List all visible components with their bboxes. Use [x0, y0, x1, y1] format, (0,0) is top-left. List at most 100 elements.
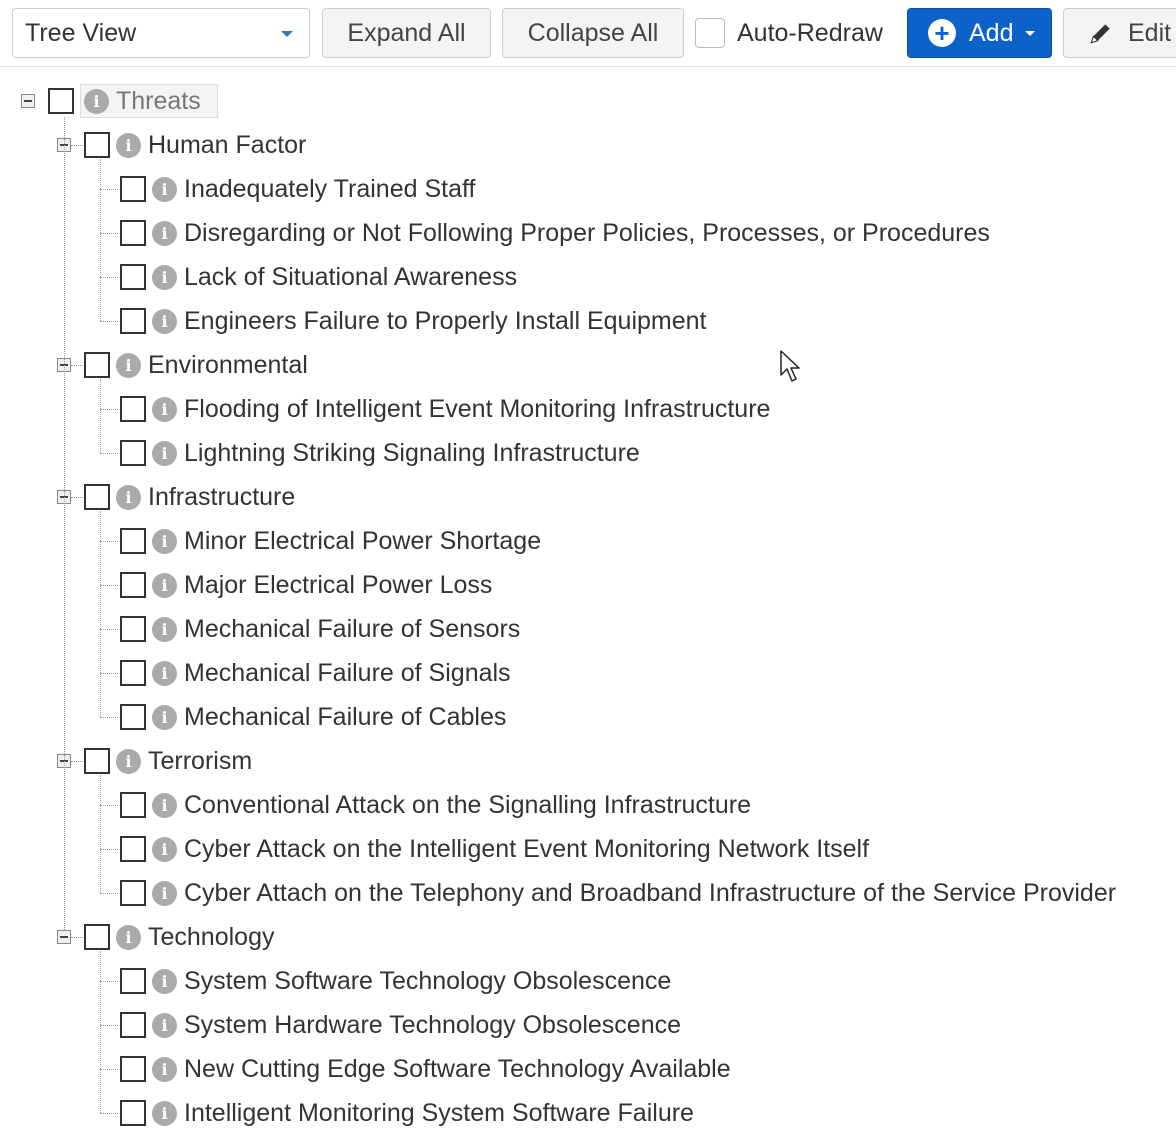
info-icon[interactable]: i	[152, 220, 177, 246]
tree-node-group[interactable]: i Environmental	[84, 345, 308, 385]
tree-node-leaf[interactable]: i Mechanical Failure of Cables	[120, 697, 506, 737]
node-checkbox[interactable]	[120, 440, 146, 466]
info-icon[interactable]: i	[152, 792, 177, 818]
node-checkbox[interactable]	[84, 484, 110, 510]
node-checkbox[interactable]	[120, 572, 146, 598]
tree-connector-horizontal	[100, 321, 118, 322]
tree-node-leaf[interactable]: i Conventional Attack on the Signalling I…	[120, 785, 751, 825]
tree-node-group[interactable]: i Human Factor	[84, 125, 306, 165]
tree-node-group[interactable]: i Technology	[84, 917, 274, 957]
node-label: Major Electrical Power Loss	[184, 570, 493, 599]
info-icon[interactable]: i	[116, 484, 141, 510]
node-checkbox[interactable]	[48, 88, 74, 114]
tree-node-group[interactable]: i Infrastructure	[84, 477, 295, 517]
info-icon[interactable]: i	[152, 704, 177, 730]
info-icon[interactable]: i	[152, 396, 177, 422]
toggle-collapse-root[interactable]	[21, 94, 35, 108]
auto-redraw-checkbox[interactable]	[695, 18, 725, 48]
node-label: Cyber Attack on the Intelligent Event Mo…	[184, 834, 870, 863]
info-icon[interactable]: i	[152, 572, 177, 598]
info-icon[interactable]: i	[116, 132, 141, 158]
info-icon[interactable]: i	[116, 924, 141, 950]
info-icon[interactable]: i	[84, 88, 109, 114]
node-checkbox[interactable]	[120, 308, 146, 334]
tree-connector-horizontal	[100, 805, 118, 806]
tree-connector-horizontal	[100, 409, 118, 410]
caret-down-icon	[1025, 30, 1036, 36]
tree-node-leaf[interactable]: i Flooding of Intelligent Event Monitorin…	[120, 389, 770, 429]
node-checkbox[interactable]	[120, 220, 146, 246]
tree-node-leaf[interactable]: i Mechanical Failure of Signals	[120, 653, 511, 693]
tree-node-leaf[interactable]: i System Software Technology Obsolescence	[120, 961, 671, 1001]
auto-redraw-toggle[interactable]: Auto-Redraw	[695, 8, 900, 58]
info-icon[interactable]: i	[152, 176, 177, 202]
info-icon[interactable]: i	[152, 616, 177, 642]
tree-node-leaf[interactable]: i System Hardware Technology Obsolescence	[120, 1005, 681, 1045]
tree-node-leaf[interactable]: i Cyber Attach on the Telephony and Broad…	[120, 873, 1116, 913]
collapse-all-button[interactable]: Collapse All	[502, 8, 684, 58]
tree-node-leaf[interactable]: i Inadequately Trained Staff	[120, 169, 475, 209]
node-label: Mechanical Failure of Cables	[184, 702, 507, 731]
info-icon[interactable]: i	[152, 308, 177, 334]
node-checkbox[interactable]	[120, 176, 146, 202]
info-icon[interactable]: i	[152, 440, 177, 466]
node-label: Cyber Attach on the Telephony and Broadb…	[184, 878, 1117, 907]
info-icon[interactable]: i	[152, 264, 177, 290]
info-icon[interactable]: i	[116, 748, 141, 774]
node-checkbox[interactable]	[120, 880, 146, 906]
tree-node-leaf[interactable]: i Intelligent Monitoring System Software …	[120, 1093, 694, 1133]
tree-node-leaf[interactable]: i Engineers Failure to Properly Install E…	[120, 301, 707, 341]
node-checkbox[interactable]	[120, 968, 146, 994]
tree-connector-horizontal	[100, 981, 118, 982]
add-button[interactable]: + Add	[907, 8, 1052, 58]
edit-button[interactable]: Edit	[1063, 8, 1176, 58]
node-label: Lack of Situational Awareness	[184, 262, 518, 291]
info-icon[interactable]: i	[152, 528, 177, 554]
node-checkbox[interactable]	[120, 1100, 146, 1126]
info-icon[interactable]: i	[116, 352, 141, 378]
node-checkbox[interactable]	[120, 836, 146, 862]
info-icon[interactable]: i	[152, 1012, 177, 1038]
info-icon[interactable]: i	[152, 968, 177, 994]
node-label: Inadequately Trained Staff	[184, 174, 476, 203]
tree-node-leaf[interactable]: i Cyber Attack on the Intelligent Event M…	[120, 829, 869, 869]
expand-all-button[interactable]: Expand All	[322, 8, 491, 58]
tree-node-leaf[interactable]: i Minor Electrical Power Shortage	[120, 521, 541, 561]
node-label: Human Factor	[148, 130, 307, 159]
info-icon[interactable]: i	[152, 1100, 177, 1126]
node-checkbox[interactable]	[120, 660, 146, 686]
node-checkbox[interactable]	[120, 396, 146, 422]
info-icon[interactable]: i	[152, 880, 177, 906]
node-checkbox[interactable]	[120, 704, 146, 730]
info-icon[interactable]: i	[152, 836, 177, 862]
node-checkbox[interactable]	[84, 132, 110, 158]
tree-node-leaf[interactable]: i New Cutting Edge Software Technology Av…	[120, 1049, 731, 1089]
tree-connector-horizontal	[100, 453, 118, 454]
tree-node-leaf[interactable]: i Lightning Striking Signaling Infrastruc…	[120, 433, 640, 473]
node-label: Mechanical Failure of Signals	[184, 658, 511, 687]
tree-node-leaf[interactable]: i Lack of Situational Awareness	[120, 257, 517, 297]
node-checkbox[interactable]	[84, 924, 110, 950]
view-select[interactable]: Tree View	[12, 8, 310, 58]
info-icon[interactable]: i	[152, 660, 177, 686]
tree-node-group[interactable]: i Terrorism	[84, 741, 252, 781]
node-checkbox[interactable]	[120, 792, 146, 818]
node-checkbox[interactable]	[120, 1056, 146, 1082]
info-icon[interactable]: i	[152, 1056, 177, 1082]
tree-connector-horizontal	[71, 145, 83, 146]
tree-node-leaf[interactable]: i Major Electrical Power Loss	[120, 565, 492, 605]
toggle-collapse-group[interactable]	[57, 930, 71, 944]
node-checkbox[interactable]	[120, 1012, 146, 1038]
node-checkbox[interactable]	[120, 528, 146, 554]
node-checkbox[interactable]	[84, 748, 110, 774]
tree-connector-horizontal	[71, 761, 83, 762]
node-checkbox[interactable]	[120, 616, 146, 642]
add-label: Add	[969, 18, 1014, 47]
node-checkbox[interactable]	[120, 264, 146, 290]
node-checkbox[interactable]	[84, 352, 110, 378]
tree-node-root[interactable]: i Threats	[48, 81, 218, 121]
tree-node-leaf[interactable]: i Mechanical Failure of Sensors	[120, 609, 520, 649]
root-label-box[interactable]: i Threats	[80, 84, 218, 118]
tree-node-leaf[interactable]: i Disregarding or Not Following Proper Po…	[120, 213, 990, 253]
node-label: Disregarding or Not Following Proper Pol…	[184, 218, 990, 247]
